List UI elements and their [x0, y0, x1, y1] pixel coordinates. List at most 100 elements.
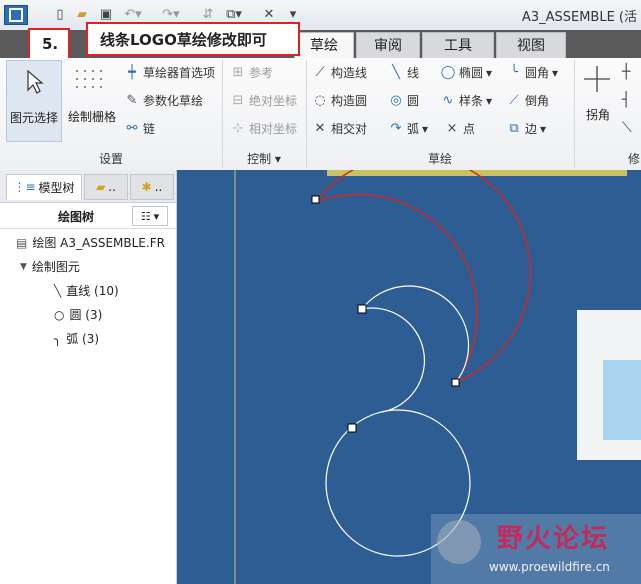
tree-item-label: 圆 (3) — [69, 308, 103, 322]
edge-button[interactable]: ⧉ 边 ▾ — [506, 120, 546, 137]
tab-model-tree[interactable]: ⋮≡ 模型树 — [6, 174, 82, 200]
absolute-coord-icon: ⊟ — [232, 93, 244, 108]
circle-button[interactable]: ◎ 圆 — [388, 92, 419, 109]
tab-favorites[interactable]: ✱.. — [130, 174, 174, 200]
folder-tab-label: .. — [108, 180, 116, 194]
group-label-sketch: 草绘 — [427, 152, 452, 166]
line-button[interactable]: ╲ 线 — [388, 64, 419, 81]
point-button[interactable]: × 点 — [444, 120, 475, 137]
ellipse-button[interactable]: ◯ 椭圆 ▾ — [440, 64, 492, 81]
dropdown-arrow-icon: ▾ — [271, 152, 281, 166]
tab-review[interactable]: 审阅 — [356, 32, 420, 58]
reference-icon: ⊞ — [232, 65, 244, 80]
construction-line-button[interactable]: ⟋ 构造线 — [312, 64, 367, 81]
arc-endpoint-handle[interactable] — [311, 195, 320, 204]
grid-dots-icon — [76, 70, 102, 88]
tree-item-arcs[interactable]: ╮ 弧 (3) — [54, 330, 99, 347]
step-callout: 5. — [28, 28, 70, 60]
arc-icon: ╮ — [54, 331, 62, 346]
reference-button[interactable]: ⊞ 参考 — [230, 64, 273, 81]
watermark-title: 野火论坛 — [497, 524, 610, 554]
redo-icon[interactable]: ↷▾ — [160, 5, 182, 23]
construction-circle-button[interactable]: ◌ 构造圆 — [312, 92, 367, 109]
arc-endpoint-handle[interactable] — [451, 378, 460, 387]
control-group-label: 控制 — [247, 152, 272, 166]
chamfer-button[interactable]: ⟋ 倒角 — [506, 92, 549, 109]
spline-label: 样条 — [459, 94, 484, 108]
chain-button[interactable]: ⚯ 链 — [124, 120, 155, 137]
tree-item-circles[interactable]: ○ 圆 (3) — [54, 306, 102, 323]
chain-label: 链 — [143, 122, 156, 136]
tree-item-lines[interactable]: ╲ 直线 (10) — [54, 282, 119, 299]
fillet-button[interactable]: ╰ 圆角 ▾ — [506, 64, 558, 81]
tab-view[interactable]: 视图 — [496, 32, 566, 58]
line-label: 线 — [407, 66, 420, 80]
spline-button[interactable]: ∿ 样条 ▾ — [440, 92, 493, 109]
edge-label: 边 — [525, 122, 538, 136]
intersect-label: 相交对 — [331, 122, 368, 136]
note-text: 线条LOGO草绘修改即可 — [100, 30, 267, 49]
construction-line-icon: ⟋ — [315, 65, 325, 80]
divide-icon[interactable]: ┼ — [622, 64, 641, 84]
save-icon[interactable]: ▣ — [98, 5, 114, 23]
construction-line-label: 构造线 — [331, 66, 368, 80]
chamfer-label: 倒角 — [525, 94, 550, 108]
arc-button[interactable]: ↷ 弧 ▾ — [388, 120, 429, 137]
tab-folder-browser[interactable]: ▰.. — [84, 174, 128, 200]
favorites-icon: ✱ — [141, 180, 152, 194]
intersect-button[interactable]: ✕ 相交对 — [312, 120, 367, 137]
tree-root[interactable]: ▤ 绘图 A3_ASSEMBLE.FR — [16, 234, 165, 251]
logo-big-arc-upper[interactable] — [315, 193, 478, 383]
open-folder-icon[interactable]: ▰ — [74, 5, 90, 23]
tab-tools[interactable]: 工具 — [422, 32, 494, 58]
line-icon: ╲ — [54, 283, 62, 298]
arc-icon: ↷ — [390, 121, 402, 136]
circle-icon: ◎ — [390, 93, 402, 108]
step-number: 5. — [42, 35, 59, 53]
group-label-control[interactable]: 控制 ▾ — [222, 150, 306, 167]
chain-icon: ⚯ — [126, 121, 138, 136]
select-tool-button[interactable]: 图元选择 — [6, 60, 62, 142]
list-settings-icon: ☷ — [140, 209, 151, 223]
param-sketch-button[interactable]: ✎ 参数化草绘 — [124, 92, 203, 109]
tree-settings-button[interactable]: ☷ ▾ — [132, 206, 168, 226]
regenerate-icon[interactable]: ⇵ — [200, 5, 216, 23]
tree-group-sketch-entities[interactable]: ▼ 绘制图元 — [20, 258, 80, 275]
absolute-coord-button[interactable]: ⊟ 绝对坐标 — [230, 92, 297, 109]
logo-inner-arc[interactable] — [361, 285, 470, 383]
model-tree-tab-label: 模型树 — [38, 180, 75, 195]
sketcher-prefs-button[interactable]: ┿ 草绘器首选项 — [124, 64, 215, 81]
fillet-label: 圆角 — [525, 66, 550, 80]
trim-icon[interactable]: ┤ — [622, 92, 641, 112]
logo-mid-arc[interactable] — [361, 307, 426, 413]
close-window-icon[interactable]: ✕ — [262, 5, 276, 23]
divider — [0, 228, 176, 229]
corner-icon — [584, 66, 610, 92]
absolute-coord-label: 绝对坐标 — [249, 94, 298, 108]
corner-label: 拐角 — [585, 108, 610, 122]
undo-icon[interactable]: ↶▾ — [122, 5, 144, 23]
point-icon: × — [446, 121, 458, 136]
new-file-icon[interactable]: ▯ — [52, 5, 68, 23]
construction-circle-label: 构造圆 — [331, 94, 368, 108]
param-sketch-label: 参数化草绘 — [143, 94, 204, 108]
relative-coord-button[interactable]: ⊹ 相对坐标 — [230, 120, 297, 137]
tree-root-label: 绘图 A3_ASSEMBLE.FR — [32, 236, 165, 250]
watermark-logo-icon — [437, 520, 481, 564]
windows-icon[interactable]: ⧉▾ — [222, 5, 246, 23]
drawing-canvas[interactable]: 野火论坛 www.proewildfire.cn — [177, 170, 641, 584]
line-icon: ╲ — [392, 65, 400, 80]
tab-sketch[interactable]: 草绘 — [294, 32, 354, 60]
note-callout: 线条LOGO草绘修改即可 — [86, 22, 300, 56]
arc-center-handle[interactable] — [357, 304, 367, 314]
quick-access-dropdown-icon[interactable]: ▾ — [286, 5, 300, 23]
mirror-icon[interactable]: ⟍ — [622, 120, 641, 140]
app-menu-icon[interactable] — [4, 5, 28, 25]
ellipse-label: 椭圆 — [459, 66, 484, 80]
param-sketch-icon: ✎ — [126, 93, 138, 108]
drawing-file-icon: ▤ — [16, 235, 28, 250]
tree-title: 绘图树 — [58, 210, 95, 224]
sketch-grid-button[interactable]: 绘制栅格 — [66, 60, 116, 142]
corner-button[interactable]: 拐角 — [578, 62, 618, 132]
tangent-point-handle[interactable] — [347, 423, 357, 433]
